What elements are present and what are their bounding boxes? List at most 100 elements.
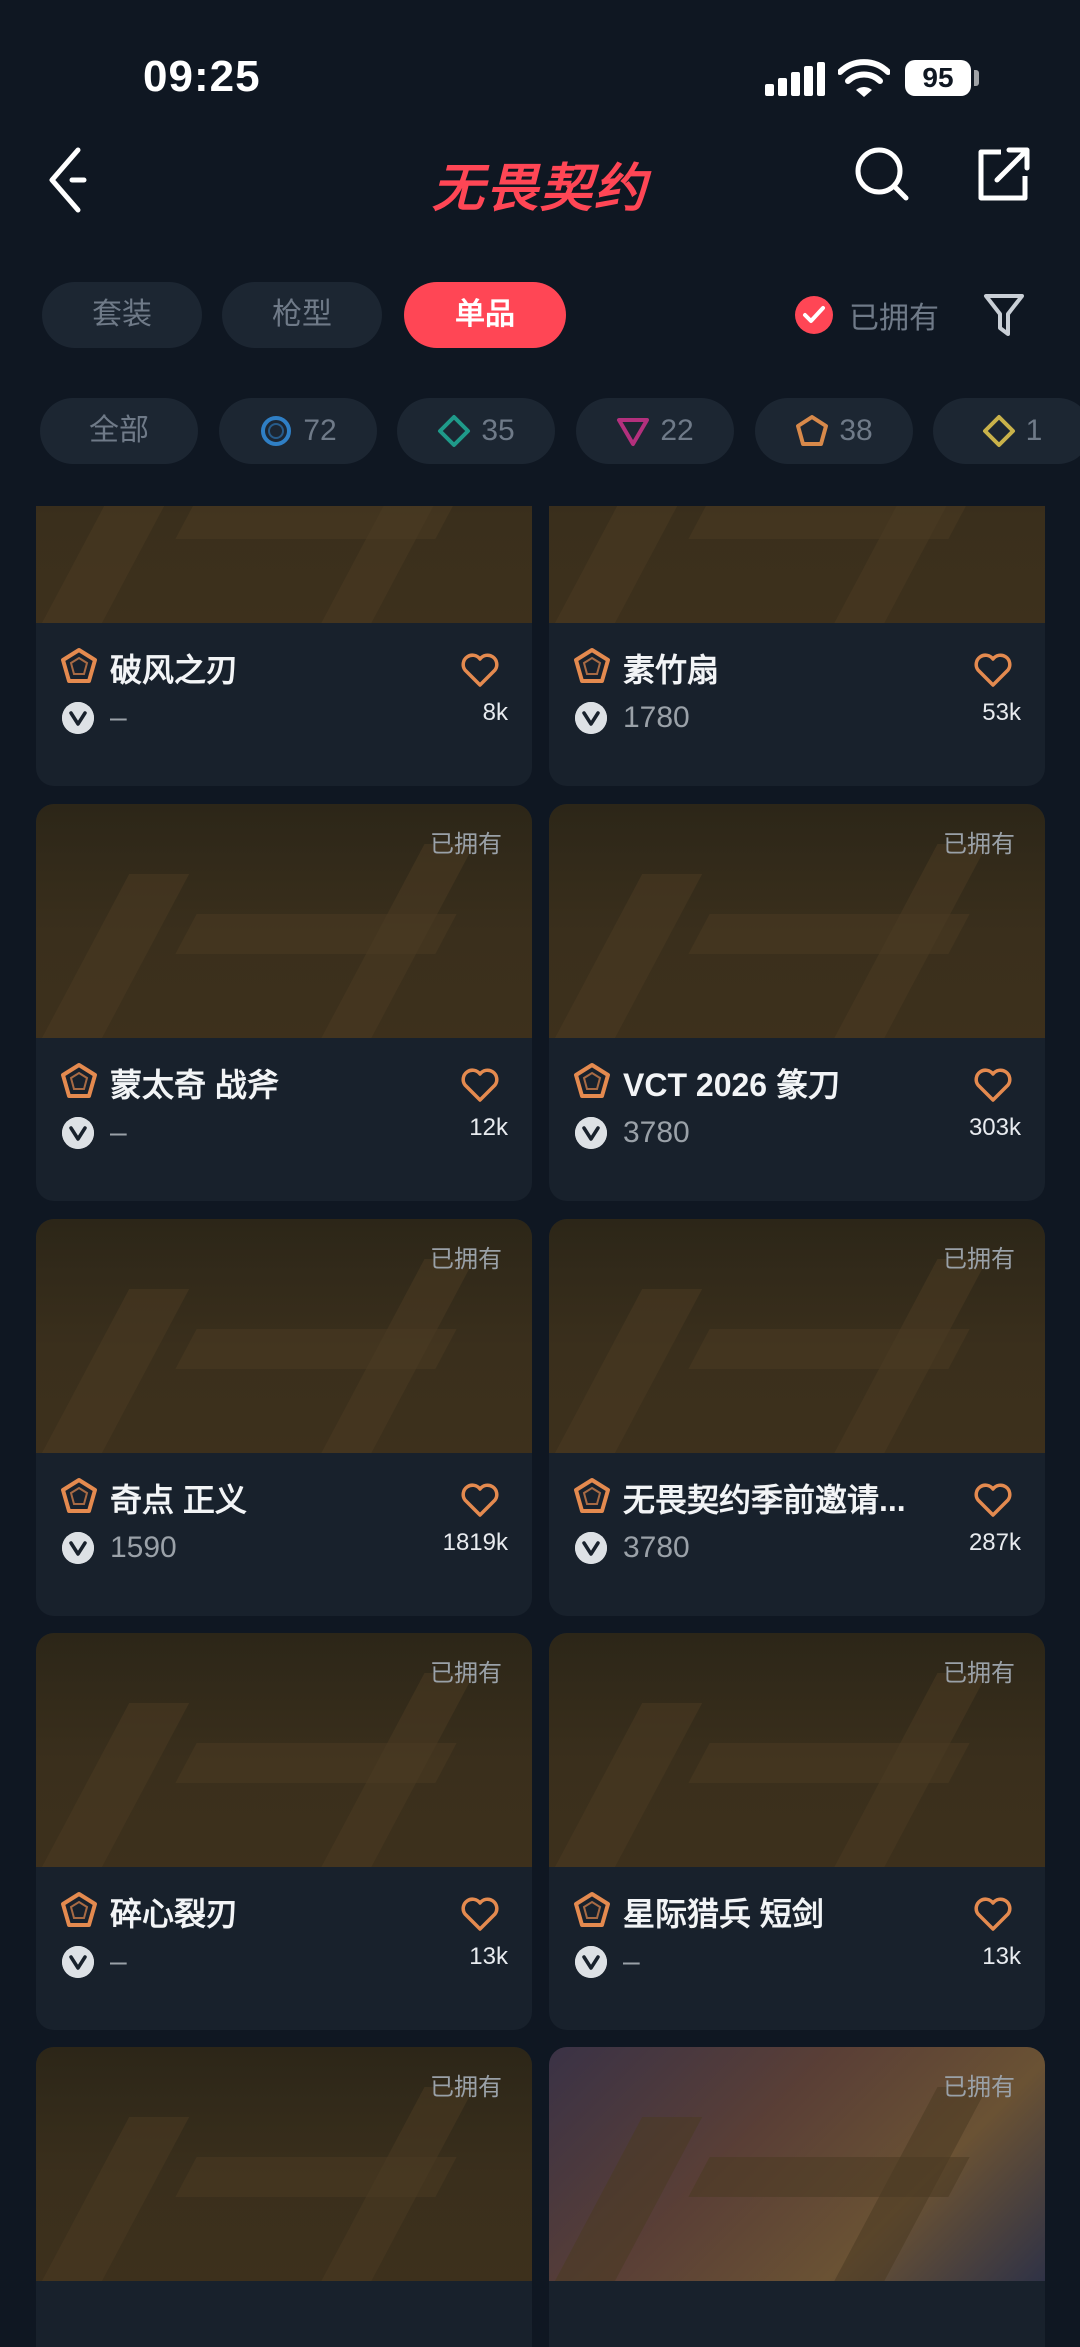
item-likes: 8k xyxy=(482,699,508,726)
owned-badge: 已拥有 xyxy=(943,1660,1015,1687)
owned-badge: 已拥有 xyxy=(430,831,502,858)
item-image: 已拥有 xyxy=(549,2047,1045,2281)
chip-count: 72 xyxy=(303,414,337,447)
heart-icon[interactable] xyxy=(460,1481,500,1519)
item-image: 已拥有 xyxy=(549,1219,1045,1453)
heart-icon[interactable] xyxy=(973,1481,1013,1519)
item-price: – xyxy=(110,701,127,734)
cellular-signal-icon xyxy=(765,62,825,96)
item-name: 碎心裂刃 xyxy=(110,1896,239,1932)
owned-badge: 已拥有 xyxy=(430,1246,502,1273)
tab-bundles[interactable]: 套装 xyxy=(42,282,202,348)
chip-premium-tier[interactable]: 22 xyxy=(576,398,734,464)
chip-count: 35 xyxy=(481,414,515,447)
valorant-points-icon xyxy=(575,1532,607,1564)
item-price: 1590 xyxy=(110,1531,177,1564)
top-app-bar: 无畏契约 xyxy=(0,130,1080,240)
item-name: 素竹扇 xyxy=(623,652,720,688)
owned-badge: 已拥有 xyxy=(943,2074,1015,2101)
tier-filter-bar: 全部 72 35 22 38 1 xyxy=(40,398,1080,464)
item-likes: 53k xyxy=(982,699,1021,726)
chip-ultra-tier[interactable]: 1 xyxy=(933,398,1080,464)
item-card[interactable]: 已拥有蒙太奇 战斧 – 12k xyxy=(36,804,532,1201)
heart-icon[interactable] xyxy=(460,651,500,689)
chip-all[interactable]: 全部 xyxy=(40,398,198,464)
heart-icon[interactable] xyxy=(460,1895,500,1933)
heart-icon[interactable] xyxy=(973,1895,1013,1933)
wifi-icon xyxy=(838,58,890,98)
search-button[interactable] xyxy=(852,144,912,204)
item-price: 3780 xyxy=(623,1116,690,1149)
item-image: 已拥有 xyxy=(36,1219,532,1453)
owned-filter-toggle[interactable]: 已拥有 xyxy=(795,295,939,335)
item-name: 无畏契约季前邀请... xyxy=(623,1482,906,1518)
heart-icon[interactable] xyxy=(460,1066,500,1104)
exclusive-tier-icon xyxy=(60,1477,98,1515)
item-name: 蒙太奇 战斧 xyxy=(110,1067,279,1103)
item-image: 已拥有 xyxy=(36,804,532,1038)
item-card[interactable]: 已拥有 VCT 2026 篆刀 3780 303k xyxy=(549,804,1045,1201)
filter-button[interactable] xyxy=(982,290,1026,340)
exclusive-tier-icon xyxy=(573,1477,611,1515)
select-tier-icon xyxy=(261,416,292,446)
item-card[interactable]: 素竹扇 1780 53k xyxy=(549,506,1045,786)
tab-weapon-types[interactable]: 枪型 xyxy=(222,282,382,348)
item-card[interactable]: 已拥有无畏契约季前邀请... 3780 287k xyxy=(549,1219,1045,1616)
ultra-tier-icon xyxy=(982,415,1015,447)
chip-select-tier[interactable]: 72 xyxy=(219,398,377,464)
item-likes: 303k xyxy=(968,1114,1021,1141)
item-card[interactable]: 已拥有 xyxy=(549,2047,1045,2347)
premium-tier-icon xyxy=(617,418,650,446)
item-name: VCT 2026 篆刀 xyxy=(623,1067,840,1103)
exclusive-tier-icon xyxy=(60,1891,98,1929)
item-price: – xyxy=(110,1116,127,1149)
owned-badge: 已拥有 xyxy=(943,831,1015,858)
heart-icon[interactable] xyxy=(973,1066,1013,1104)
chip-deluxe-tier[interactable]: 35 xyxy=(397,398,555,464)
search-icon xyxy=(855,147,909,201)
chip-count: 38 xyxy=(839,414,873,447)
share-button[interactable] xyxy=(975,144,1031,204)
item-card[interactable]: 破风之刃 – 8k xyxy=(36,506,532,786)
valorant-points-icon xyxy=(575,702,607,734)
exclusive-tier-icon xyxy=(796,415,829,446)
chip-count: 1 xyxy=(1025,414,1043,447)
item-likes: 13k xyxy=(469,1943,508,1970)
valorant-points-icon xyxy=(575,1946,607,1978)
item-card[interactable]: 已拥有碎心裂刃 – 13k xyxy=(36,1633,532,2030)
valorant-points-icon xyxy=(62,1946,94,1978)
item-image xyxy=(549,506,1045,623)
item-card[interactable]: 已拥有 奇点 正义 1590 1819k xyxy=(36,1219,532,1616)
item-card[interactable]: 已拥有 xyxy=(36,2047,532,2347)
item-likes: 12k xyxy=(469,1114,508,1141)
item-image xyxy=(36,506,532,623)
item-likes: 13k xyxy=(982,1943,1021,1970)
item-price: – xyxy=(110,1945,127,1978)
owned-badge: 已拥有 xyxy=(943,1246,1015,1273)
exclusive-tier-icon xyxy=(573,1062,611,1100)
battery-indicator: 95 xyxy=(905,60,971,96)
share-icon xyxy=(978,147,1030,201)
funnel-icon xyxy=(984,294,1024,336)
valorant-points-icon xyxy=(62,1532,94,1564)
valorant-points-icon xyxy=(62,702,94,734)
chip-exclusive-tier[interactable]: 38 xyxy=(755,398,913,464)
checkmark-icon xyxy=(795,296,833,334)
owned-badge: 已拥有 xyxy=(430,2074,502,2101)
heart-icon[interactable] xyxy=(973,651,1013,689)
item-price: 3780 xyxy=(623,1531,690,1564)
exclusive-tier-icon xyxy=(60,1062,98,1100)
item-image: 已拥有 xyxy=(36,1633,532,1867)
tab-single-items[interactable]: 单品 xyxy=(404,282,566,348)
valorant-points-icon xyxy=(575,1117,607,1149)
page-title: 无畏契约 xyxy=(431,160,648,218)
item-name: 奇点 正义 xyxy=(110,1482,247,1518)
item-card[interactable]: 已拥有 星际猎兵 短剑 – 13k xyxy=(549,1633,1045,2030)
item-likes: 287k xyxy=(968,1529,1021,1556)
chip-label: 全部 xyxy=(89,414,149,447)
item-image: 已拥有 xyxy=(549,804,1045,1038)
battery-tip xyxy=(974,70,979,86)
status-bar: 09:25 95 xyxy=(0,0,1080,150)
exclusive-tier-icon xyxy=(573,647,611,685)
valorant-points-icon xyxy=(62,1117,94,1149)
